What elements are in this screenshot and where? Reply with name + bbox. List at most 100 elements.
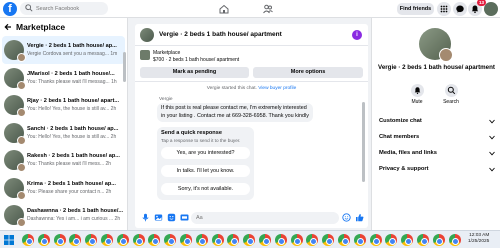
browser-app-icon[interactable] — [37, 234, 50, 246]
conversation-item[interactable]: Dashawnna · 2 beds 1 bath house/... Dasha… — [2, 201, 125, 229]
notifications-button[interactable]: 13 — [468, 0, 486, 16]
conversation-item[interactable]: Rjay · 2 beds 1 bath house/ apart... You:… — [2, 91, 125, 119]
marketplace-header: Marketplace — [0, 18, 127, 36]
view-buyer-profile-link[interactable]: View buyer profile — [258, 86, 296, 91]
browser-app-icon[interactable] — [259, 234, 271, 246]
browser-app-icon[interactable] — [338, 234, 350, 246]
snippet-text: You: Please share your contact n... — [27, 188, 105, 195]
home-icon[interactable] — [218, 3, 230, 15]
chat-members-menu[interactable]: Chat members — [379, 130, 497, 144]
mute-button[interactable]: Mute — [402, 84, 432, 105]
more-options-button[interactable]: More options — [253, 67, 363, 78]
browser-app-icon[interactable] — [306, 234, 319, 246]
find-friends-button[interactable]: Find friends — [397, 3, 434, 15]
browser-app-icon[interactable] — [227, 234, 240, 246]
sticker-icon[interactable] — [167, 213, 176, 222]
conversation-item[interactable]: Vergie · 2 beds 1 bath house/ ap... Vergi… — [2, 36, 125, 64]
buyer-avatar — [17, 163, 26, 172]
conversation-item[interactable]: Rakesh · 2 beds 1 bath house/ ap... You: … — [2, 146, 125, 174]
chevron-down-icon — [489, 167, 495, 172]
friends-icon[interactable] — [262, 3, 274, 15]
conversation-avatar — [4, 205, 26, 227]
browser-app-icon[interactable] — [101, 234, 113, 246]
browser-app-icon[interactable] — [53, 234, 66, 246]
search-label: Search — [443, 99, 459, 105]
conversation-item[interactable]: Krima · 2 beds 1 bath house/ ap... You: P… — [2, 174, 125, 202]
search-input[interactable] — [36, 3, 106, 14]
quick-response-subtitle: Tap a response to send it to the buyer. — [161, 138, 241, 143]
browser-app-icon[interactable] — [448, 234, 461, 246]
buyer-avatar — [17, 108, 26, 117]
microphone-icon[interactable] — [141, 213, 150, 222]
mark-as-pending-button[interactable]: Mark as pending — [140, 67, 249, 78]
quick-response-button[interactable]: In talks. I'll let you know. — [161, 165, 250, 177]
conversation-title: Dashawnna · 2 beds 1 bath house/... — [27, 208, 123, 214]
browser-app-icon[interactable] — [417, 234, 429, 246]
browser-app-icon[interactable] — [322, 234, 335, 246]
browser-app-icon[interactable] — [211, 234, 224, 246]
browser-app-icon[interactable] — [369, 234, 382, 246]
browser-app-icon[interactable] — [69, 234, 82, 246]
contact-avatar[interactable] — [419, 28, 453, 62]
listing-price-title: $700 · 2 beds 1 bath house/ apartment — [153, 57, 240, 63]
browser-app-icon[interactable] — [180, 234, 192, 246]
browser-app-icon[interactable] — [401, 234, 414, 246]
chat-avatar[interactable] — [140, 28, 154, 42]
conversation-list: Vergie · 2 beds 1 bath house/ ap... Vergi… — [0, 36, 127, 230]
browser-app-icon[interactable] — [148, 234, 161, 246]
emoji-icon[interactable] — [342, 213, 351, 222]
conversation-avatar — [4, 95, 26, 117]
quick-response-button[interactable]: Yes, are you interested? — [161, 147, 250, 159]
message-input[interactable] — [191, 212, 339, 224]
customize-chat-menu[interactable]: Customize chat — [379, 114, 497, 128]
top-navigation-bar: f Find friends 13 — [0, 0, 500, 18]
messenger-button[interactable] — [453, 2, 467, 16]
browser-app-icon[interactable] — [85, 234, 98, 246]
sender-name: Vergie — [159, 97, 173, 102]
clock-date: 1/25/2025 — [468, 239, 490, 244]
browser-app-icon[interactable] — [290, 234, 303, 246]
snippet-time: 2h — [110, 106, 117, 112]
privacy-support-menu[interactable]: Privacy & support — [379, 162, 497, 176]
conversation-avatar — [4, 150, 26, 172]
quick-response-button[interactable]: Sorry, it's not available. — [161, 183, 250, 195]
info-icon[interactable]: i — [352, 30, 362, 40]
conversation-item[interactable]: Sanchi · 2 beds 1 bath house/ ap... You: … — [2, 119, 125, 147]
mute-label: Mute — [411, 99, 423, 105]
menu-grid-button[interactable] — [437, 2, 451, 16]
chat-scrollbar[interactable] — [362, 102, 365, 182]
browser-app-icon[interactable] — [243, 234, 256, 246]
search-box[interactable] — [20, 2, 108, 15]
image-icon[interactable] — [154, 213, 163, 222]
facebook-logo-icon[interactable]: f — [3, 2, 17, 16]
chat-header: Vergie · 2 beds 1 bath house/ apartment … — [135, 24, 368, 46]
media-files-links-menu[interactable]: Media, files and links — [379, 146, 497, 160]
listing-source: Marketplace — [153, 50, 181, 56]
gif-icon[interactable] — [180, 213, 189, 222]
browser-app-icon[interactable] — [22, 234, 34, 246]
browser-app-icon[interactable] — [195, 234, 208, 246]
chat-title[interactable]: Vergie · 2 beds 1 bath house/ apartment — [159, 31, 282, 38]
browser-app-icon[interactable] — [164, 234, 177, 246]
browser-app-icon[interactable] — [116, 234, 129, 246]
browser-app-icon[interactable] — [274, 234, 287, 246]
browser-app-icon[interactable] — [385, 234, 398, 246]
listing-summary[interactable]: Marketplace $700 · 2 beds 1 bath house/ … — [135, 47, 368, 65]
snippet-text: Vergie Cordova sent you a messag... — [27, 51, 109, 57]
conversation-avatar — [4, 177, 26, 200]
windows-start-icon[interactable] — [4, 235, 14, 245]
search-conversation-button[interactable]: Search — [436, 84, 466, 105]
browser-app-icon[interactable] — [132, 234, 145, 246]
menu-label: Privacy & support — [379, 166, 429, 172]
thumbs-up-icon[interactable] — [355, 213, 364, 222]
buyer-avatar — [17, 190, 26, 200]
conversation-title: Krima · 2 beds 1 bath house/ ap... — [27, 180, 116, 187]
back-arrow-icon[interactable] — [4, 23, 12, 31]
conversation-snippet: Vergie Cordova sent you a messag... 1m — [27, 51, 123, 57]
browser-app-icon[interactable] — [432, 234, 445, 246]
conversation-item[interactable]: JMarisol · 2 beds 1 bath house/... You: T… — [2, 64, 125, 92]
system-clock[interactable]: 12:03 AM 1/25/2025 — [468, 233, 489, 245]
browser-app-icon[interactable] — [353, 234, 366, 246]
profile-avatar[interactable] — [484, 2, 498, 16]
list-scrollbar[interactable] — [123, 52, 126, 82]
